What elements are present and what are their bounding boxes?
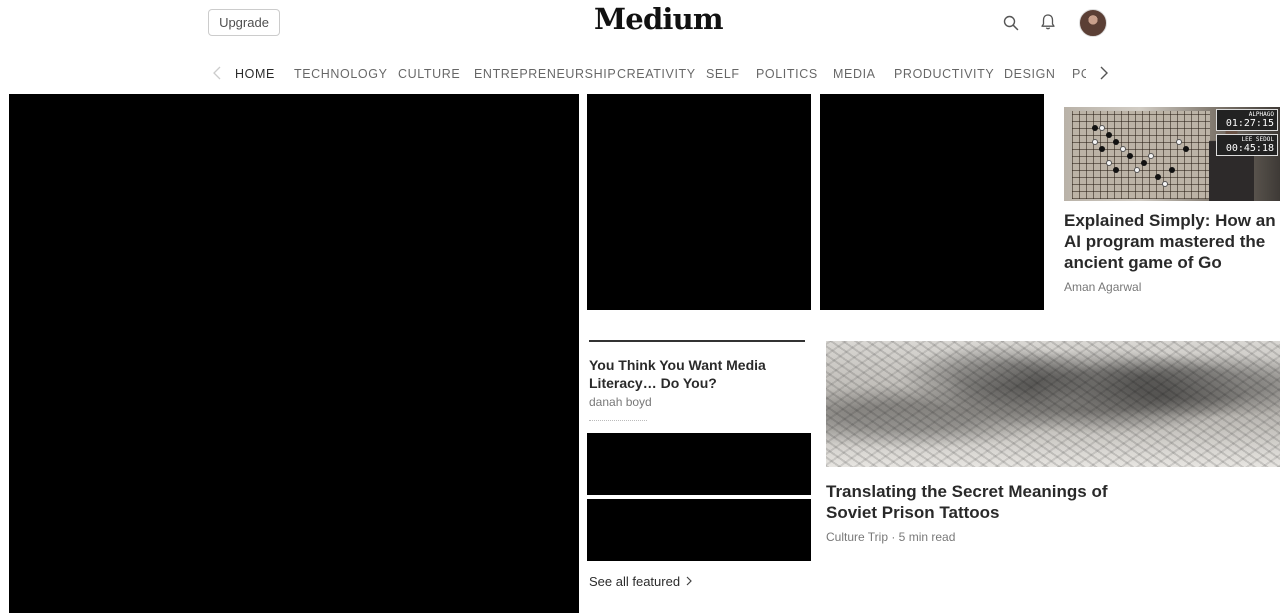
nav-item-technology[interactable]: TECHNOLOGY — [294, 67, 388, 81]
featured-story-image[interactable] — [820, 94, 1044, 310]
clock-alphago: ALPHAGO 01:27:15 — [1216, 109, 1278, 131]
nav-item-design[interactable]: DESIGN — [1004, 67, 1056, 81]
bell-icon[interactable] — [1039, 12, 1057, 32]
go-board — [1072, 111, 1210, 199]
chevron-right-icon — [686, 574, 692, 589]
see-all-featured-link[interactable]: See all featured — [589, 574, 692, 589]
medium-logo[interactable]: Medium — [594, 2, 724, 36]
hero-story-image[interactable] — [9, 94, 579, 613]
upgrade-button[interactable]: Upgrade — [208, 9, 280, 36]
nav-item-entrepreneurship[interactable]: ENTREPRENEURSHIP — [474, 67, 616, 81]
go-story-author[interactable]: Aman Agarwal — [1064, 280, 1141, 294]
nav-item-productivity[interactable]: PRODUCTIVITY — [894, 67, 994, 81]
clock-lee-sedol: LEE SEDOL 00:45:18 — [1216, 134, 1278, 156]
avatar[interactable] — [1079, 9, 1107, 37]
featured-story-image[interactable] — [587, 499, 811, 561]
nav-item-culture[interactable]: CULTURE — [398, 67, 460, 81]
nav-item-popular[interactable]: POPULAR — [1072, 67, 1086, 81]
see-all-label: See all featured — [589, 574, 681, 589]
search-icon[interactable] — [1002, 14, 1020, 32]
media-story-title[interactable]: You Think You Want Media Literacy… Do Yo… — [589, 356, 809, 392]
nav-item-politics[interactable]: POLITICS — [756, 67, 818, 81]
topic-nav: HOME TECHNOLOGY CULTURE ENTREPRENEURSHIP… — [0, 58, 1284, 90]
tattoo-story-image[interactable] — [826, 341, 1280, 467]
go-story-image[interactable]: ALPHAGO 01:27:15 LEE SEDOL 00:45:18 — [1064, 107, 1280, 201]
nav-items: HOME TECHNOLOGY CULTURE ENTREPRENEURSHIP… — [232, 58, 1086, 90]
nav-item-self[interactable]: SELF — [706, 67, 740, 81]
tattoo-story-title[interactable]: Translating the Secret Meanings of Sovie… — [826, 481, 1126, 523]
chevron-right-icon[interactable] — [1098, 66, 1110, 80]
nav-item-creativity[interactable]: CREATIVITY — [617, 67, 696, 81]
nav-item-home[interactable]: HOME — [235, 67, 275, 81]
tattoo-story-meta: Culture Trip · 5 min read — [826, 530, 956, 544]
chevron-left-icon[interactable] — [211, 66, 223, 80]
featured-story-image[interactable] — [587, 94, 811, 310]
go-story-title[interactable]: Explained Simply: How an AI program mast… — [1064, 210, 1280, 273]
media-story-author[interactable]: danah boyd — [589, 395, 652, 409]
nav-item-media[interactable]: MEDIA — [833, 67, 876, 81]
divider — [589, 340, 805, 342]
featured-story-image[interactable] — [587, 433, 811, 495]
divider — [589, 420, 647, 421]
